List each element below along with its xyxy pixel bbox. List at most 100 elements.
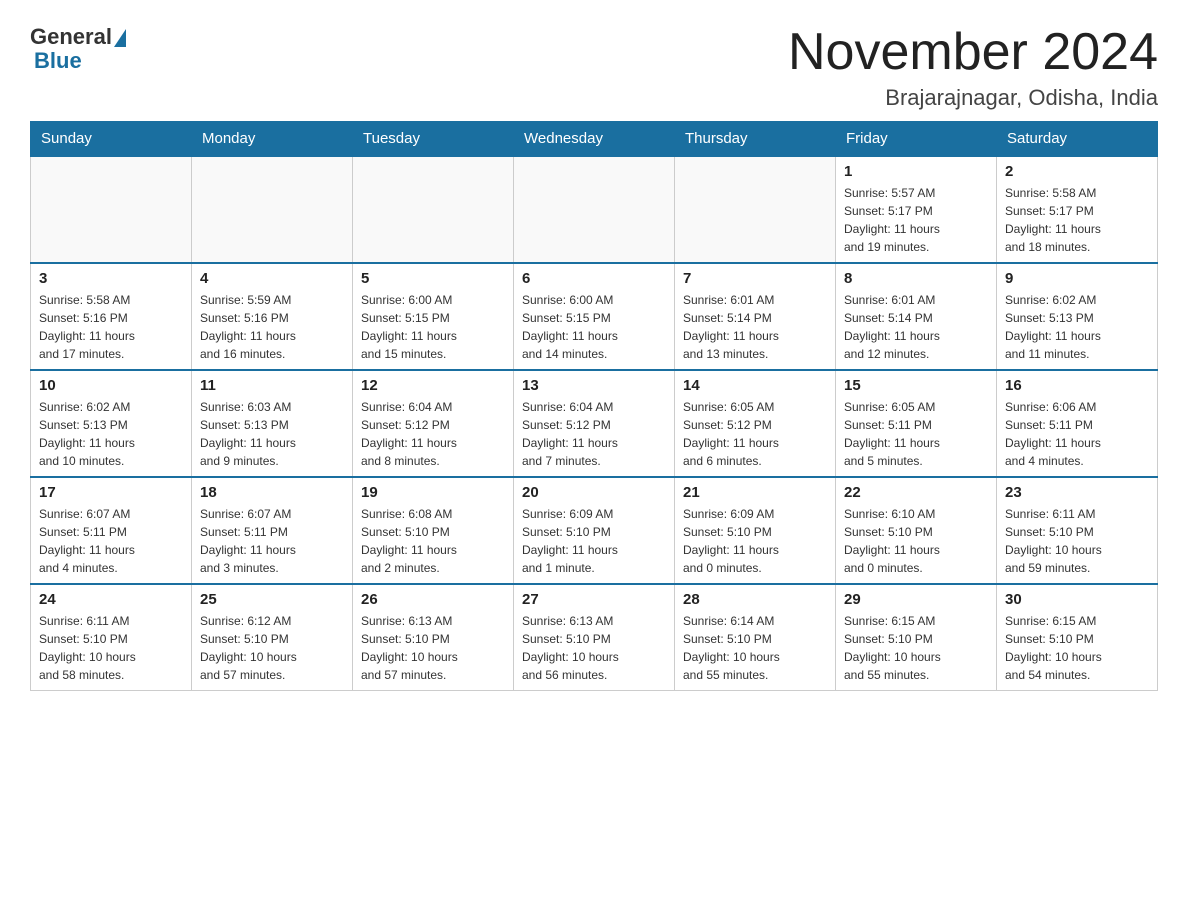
header-thursday: Thursday [675,122,836,157]
week-row-2: 3 Sunrise: 5:58 AM Sunset: 5:16 PM Daylig… [31,263,1158,370]
table-cell: 7 Sunrise: 6:01 AM Sunset: 5:14 PM Daylig… [675,263,836,370]
day-info: Sunrise: 6:00 AM Sunset: 5:15 PM Dayligh… [361,291,505,363]
day-info: Sunrise: 6:14 AM Sunset: 5:10 PM Dayligh… [683,612,827,684]
title-section: November 2024 Brajarajnagar, Odisha, Ind… [788,24,1158,111]
day-number: 2 [1005,163,1149,180]
day-info: Sunrise: 6:13 AM Sunset: 5:10 PM Dayligh… [522,612,666,684]
day-number: 15 [844,377,988,394]
table-cell [31,156,192,263]
table-cell: 3 Sunrise: 5:58 AM Sunset: 5:16 PM Daylig… [31,263,192,370]
table-cell: 13Sunrise: 6:04 AM Sunset: 5:12 PM Dayli… [514,370,675,477]
table-cell: 9 Sunrise: 6:02 AM Sunset: 5:13 PM Daylig… [997,263,1158,370]
table-cell: 14 Sunrise: 6:05 AM Sunset: 5:12 PM Dayli… [675,370,836,477]
day-info: Sunrise: 6:12 AM Sunset: 5:10 PM Dayligh… [200,612,344,684]
day-number: 6 [522,270,666,287]
day-number: 23 [1005,484,1149,501]
table-cell: 19Sunrise: 6:08 AM Sunset: 5:10 PM Dayli… [353,477,514,584]
day-info: Sunrise: 6:05 AM Sunset: 5:12 PM Dayligh… [683,398,827,470]
table-cell: 11 Sunrise: 6:03 AM Sunset: 5:13 PM Dayli… [192,370,353,477]
table-cell: 17Sunrise: 6:07 AM Sunset: 5:11 PM Dayli… [31,477,192,584]
header-saturday: Saturday [997,122,1158,157]
table-cell: 8 Sunrise: 6:01 AM Sunset: 5:14 PM Daylig… [836,263,997,370]
day-number: 4 [200,270,344,287]
day-number: 29 [844,591,988,608]
day-number: 28 [683,591,827,608]
day-number: 27 [522,591,666,608]
day-number: 11 [200,377,344,394]
day-info: Sunrise: 6:13 AM Sunset: 5:10 PM Dayligh… [361,612,505,684]
calendar-header-row: Sunday Monday Tuesday Wednesday Thursday… [31,122,1158,157]
day-number: 30 [1005,591,1149,608]
day-number: 7 [683,270,827,287]
day-number: 18 [200,484,344,501]
day-info: Sunrise: 6:10 AM Sunset: 5:10 PM Dayligh… [844,505,988,577]
header-friday: Friday [836,122,997,157]
table-cell: 12 Sunrise: 6:04 AM Sunset: 5:12 PM Dayli… [353,370,514,477]
day-info: Sunrise: 6:05 AM Sunset: 5:11 PM Dayligh… [844,398,988,470]
table-cell: 27 Sunrise: 6:13 AM Sunset: 5:10 PM Dayli… [514,584,675,691]
day-number: 16 [1005,377,1149,394]
table-cell: 16 Sunrise: 6:06 AM Sunset: 5:11 PM Dayli… [997,370,1158,477]
header-monday: Monday [192,122,353,157]
location-title: Brajarajnagar, Odisha, India [788,85,1158,111]
table-cell [353,156,514,263]
day-number: 1 [844,163,988,180]
table-cell: 18Sunrise: 6:07 AM Sunset: 5:11 PM Dayli… [192,477,353,584]
day-info: Sunrise: 6:11 AM Sunset: 5:10 PM Dayligh… [1005,505,1149,577]
day-number: 21 [683,484,827,501]
day-number: 22 [844,484,988,501]
day-info: Sunrise: 6:11 AM Sunset: 5:10 PM Dayligh… [39,612,183,684]
day-number: 24 [39,591,183,608]
week-row-1: 1 Sunrise: 5:57 AM Sunset: 5:17 PM Daylig… [31,156,1158,263]
month-title: November 2024 [788,24,1158,81]
table-cell: 2Sunrise: 5:58 AM Sunset: 5:17 PM Daylig… [997,156,1158,263]
day-number: 3 [39,270,183,287]
day-number: 10 [39,377,183,394]
table-cell: 10Sunrise: 6:02 AM Sunset: 5:13 PM Dayli… [31,370,192,477]
day-number: 14 [683,377,827,394]
table-cell: 5 Sunrise: 6:00 AM Sunset: 5:15 PM Daylig… [353,263,514,370]
day-info: Sunrise: 6:01 AM Sunset: 5:14 PM Dayligh… [683,291,827,363]
page-header: General Blue November 2024 Brajarajnagar… [30,24,1158,111]
table-cell: 1 Sunrise: 5:57 AM Sunset: 5:17 PM Daylig… [836,156,997,263]
week-row-5: 24 Sunrise: 6:11 AM Sunset: 5:10 PM Dayli… [31,584,1158,691]
table-cell: 26 Sunrise: 6:13 AM Sunset: 5:10 PM Dayli… [353,584,514,691]
day-info: Sunrise: 5:58 AM Sunset: 5:16 PM Dayligh… [39,291,183,363]
day-info: Sunrise: 6:03 AM Sunset: 5:13 PM Dayligh… [200,398,344,470]
table-cell: 23 Sunrise: 6:11 AM Sunset: 5:10 PM Dayli… [997,477,1158,584]
day-number: 19 [361,484,505,501]
table-cell: 29 Sunrise: 6:15 AM Sunset: 5:10 PM Dayli… [836,584,997,691]
day-number: 5 [361,270,505,287]
calendar-table: Sunday Monday Tuesday Wednesday Thursday… [30,121,1158,691]
day-number: 12 [361,377,505,394]
day-info: Sunrise: 6:04 AM Sunset: 5:12 PM Dayligh… [361,398,505,470]
table-cell: 20Sunrise: 6:09 AM Sunset: 5:10 PM Dayli… [514,477,675,584]
header-sunday: Sunday [31,122,192,157]
table-cell: 15 Sunrise: 6:05 AM Sunset: 5:11 PM Dayli… [836,370,997,477]
day-info: Sunrise: 6:01 AM Sunset: 5:14 PM Dayligh… [844,291,988,363]
table-cell [192,156,353,263]
day-number: 25 [200,591,344,608]
table-cell: 4 Sunrise: 5:59 AM Sunset: 5:16 PM Daylig… [192,263,353,370]
day-number: 8 [844,270,988,287]
day-info: Sunrise: 6:15 AM Sunset: 5:10 PM Dayligh… [844,612,988,684]
day-number: 9 [1005,270,1149,287]
week-row-3: 10Sunrise: 6:02 AM Sunset: 5:13 PM Dayli… [31,370,1158,477]
day-number: 20 [522,484,666,501]
header-tuesday: Tuesday [353,122,514,157]
logo-general: General [30,24,126,50]
table-cell: 6 Sunrise: 6:00 AM Sunset: 5:15 PM Daylig… [514,263,675,370]
logo: General Blue [30,24,126,74]
day-info: Sunrise: 6:00 AM Sunset: 5:15 PM Dayligh… [522,291,666,363]
day-info: Sunrise: 6:07 AM Sunset: 5:11 PM Dayligh… [39,505,183,577]
day-info: Sunrise: 5:57 AM Sunset: 5:17 PM Dayligh… [844,184,988,256]
table-cell: 28 Sunrise: 6:14 AM Sunset: 5:10 PM Dayli… [675,584,836,691]
day-info: Sunrise: 6:04 AM Sunset: 5:12 PM Dayligh… [522,398,666,470]
header-wednesday: Wednesday [514,122,675,157]
day-info: Sunrise: 5:59 AM Sunset: 5:16 PM Dayligh… [200,291,344,363]
logo-general-text: General [30,24,112,50]
day-info: Sunrise: 6:02 AM Sunset: 5:13 PM Dayligh… [1005,291,1149,363]
day-info: Sunrise: 6:06 AM Sunset: 5:11 PM Dayligh… [1005,398,1149,470]
table-cell: 22 Sunrise: 6:10 AM Sunset: 5:10 PM Dayli… [836,477,997,584]
day-number: 26 [361,591,505,608]
